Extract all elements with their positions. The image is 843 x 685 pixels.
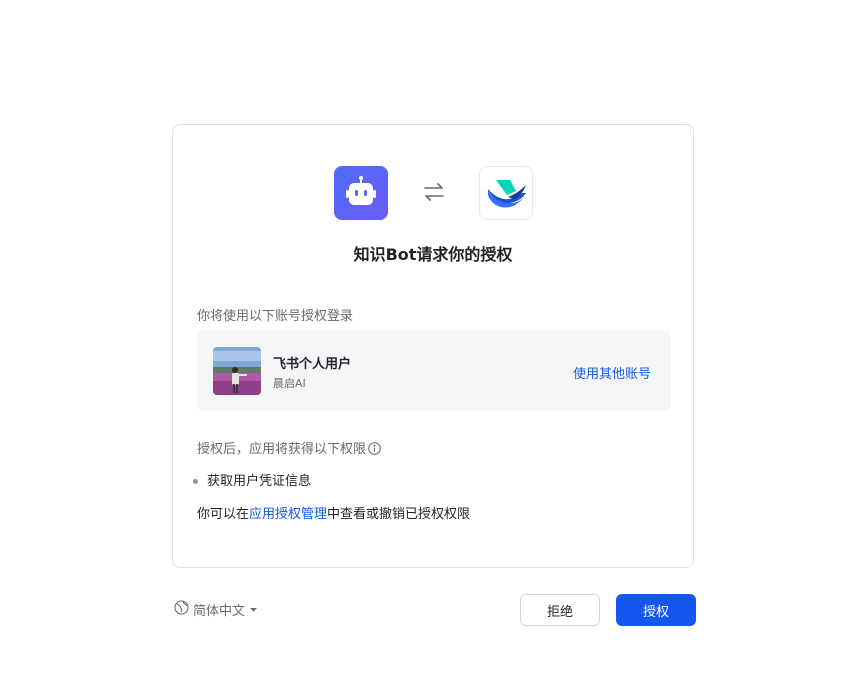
account-name: 飞书个人用户: [273, 357, 352, 372]
permission-item: 获取用户凭证信息: [193, 470, 312, 489]
feishu-logo-icon: [479, 166, 533, 220]
manage-prefix: 你可以在: [197, 507, 250, 522]
authorize-button[interactable]: 授权: [616, 594, 696, 626]
account-section-label: 你将使用以下账号授权登录: [197, 309, 354, 324]
permissions-label: 授权后，应用将获得以下权限: [197, 438, 381, 459]
switch-account-link[interactable]: 使用其他账号: [573, 363, 651, 382]
account-org: 晨启AI: [273, 377, 306, 390]
bullet-icon: [193, 479, 198, 484]
icons-row: [173, 166, 693, 222]
caret-down-icon: [249, 602, 258, 617]
reject-button[interactable]: 拒绝: [520, 594, 600, 626]
globe-icon: [174, 600, 189, 619]
manage-permissions-text: 你可以在应用授权管理中查看或撤销已授权权限: [197, 503, 470, 522]
language-selector[interactable]: 简体中文: [174, 600, 258, 619]
info-icon[interactable]: [368, 442, 381, 459]
permission-item-text: 获取用户凭证信息: [207, 474, 312, 489]
language-label: 简体中文: [193, 604, 246, 619]
robot-icon: [334, 166, 388, 220]
page-title: 知识Bot请求你的授权: [353, 245, 513, 264]
avatar: [213, 347, 261, 395]
app-auth-management-link[interactable]: 应用授权管理: [249, 507, 327, 522]
swap-arrows-icon: [422, 180, 446, 204]
account-box: 飞书个人用户 晨启AI 使用其他账号: [197, 331, 671, 411]
manage-suffix: 中查看或撤销已授权权限: [327, 507, 471, 522]
permissions-label-text: 授权后，应用将获得以下权限: [197, 442, 367, 457]
auth-card: 知识Bot请求你的授权 你将使用以下账号授权登录 飞书个人用户 晨启AI 使用其…: [172, 124, 694, 568]
